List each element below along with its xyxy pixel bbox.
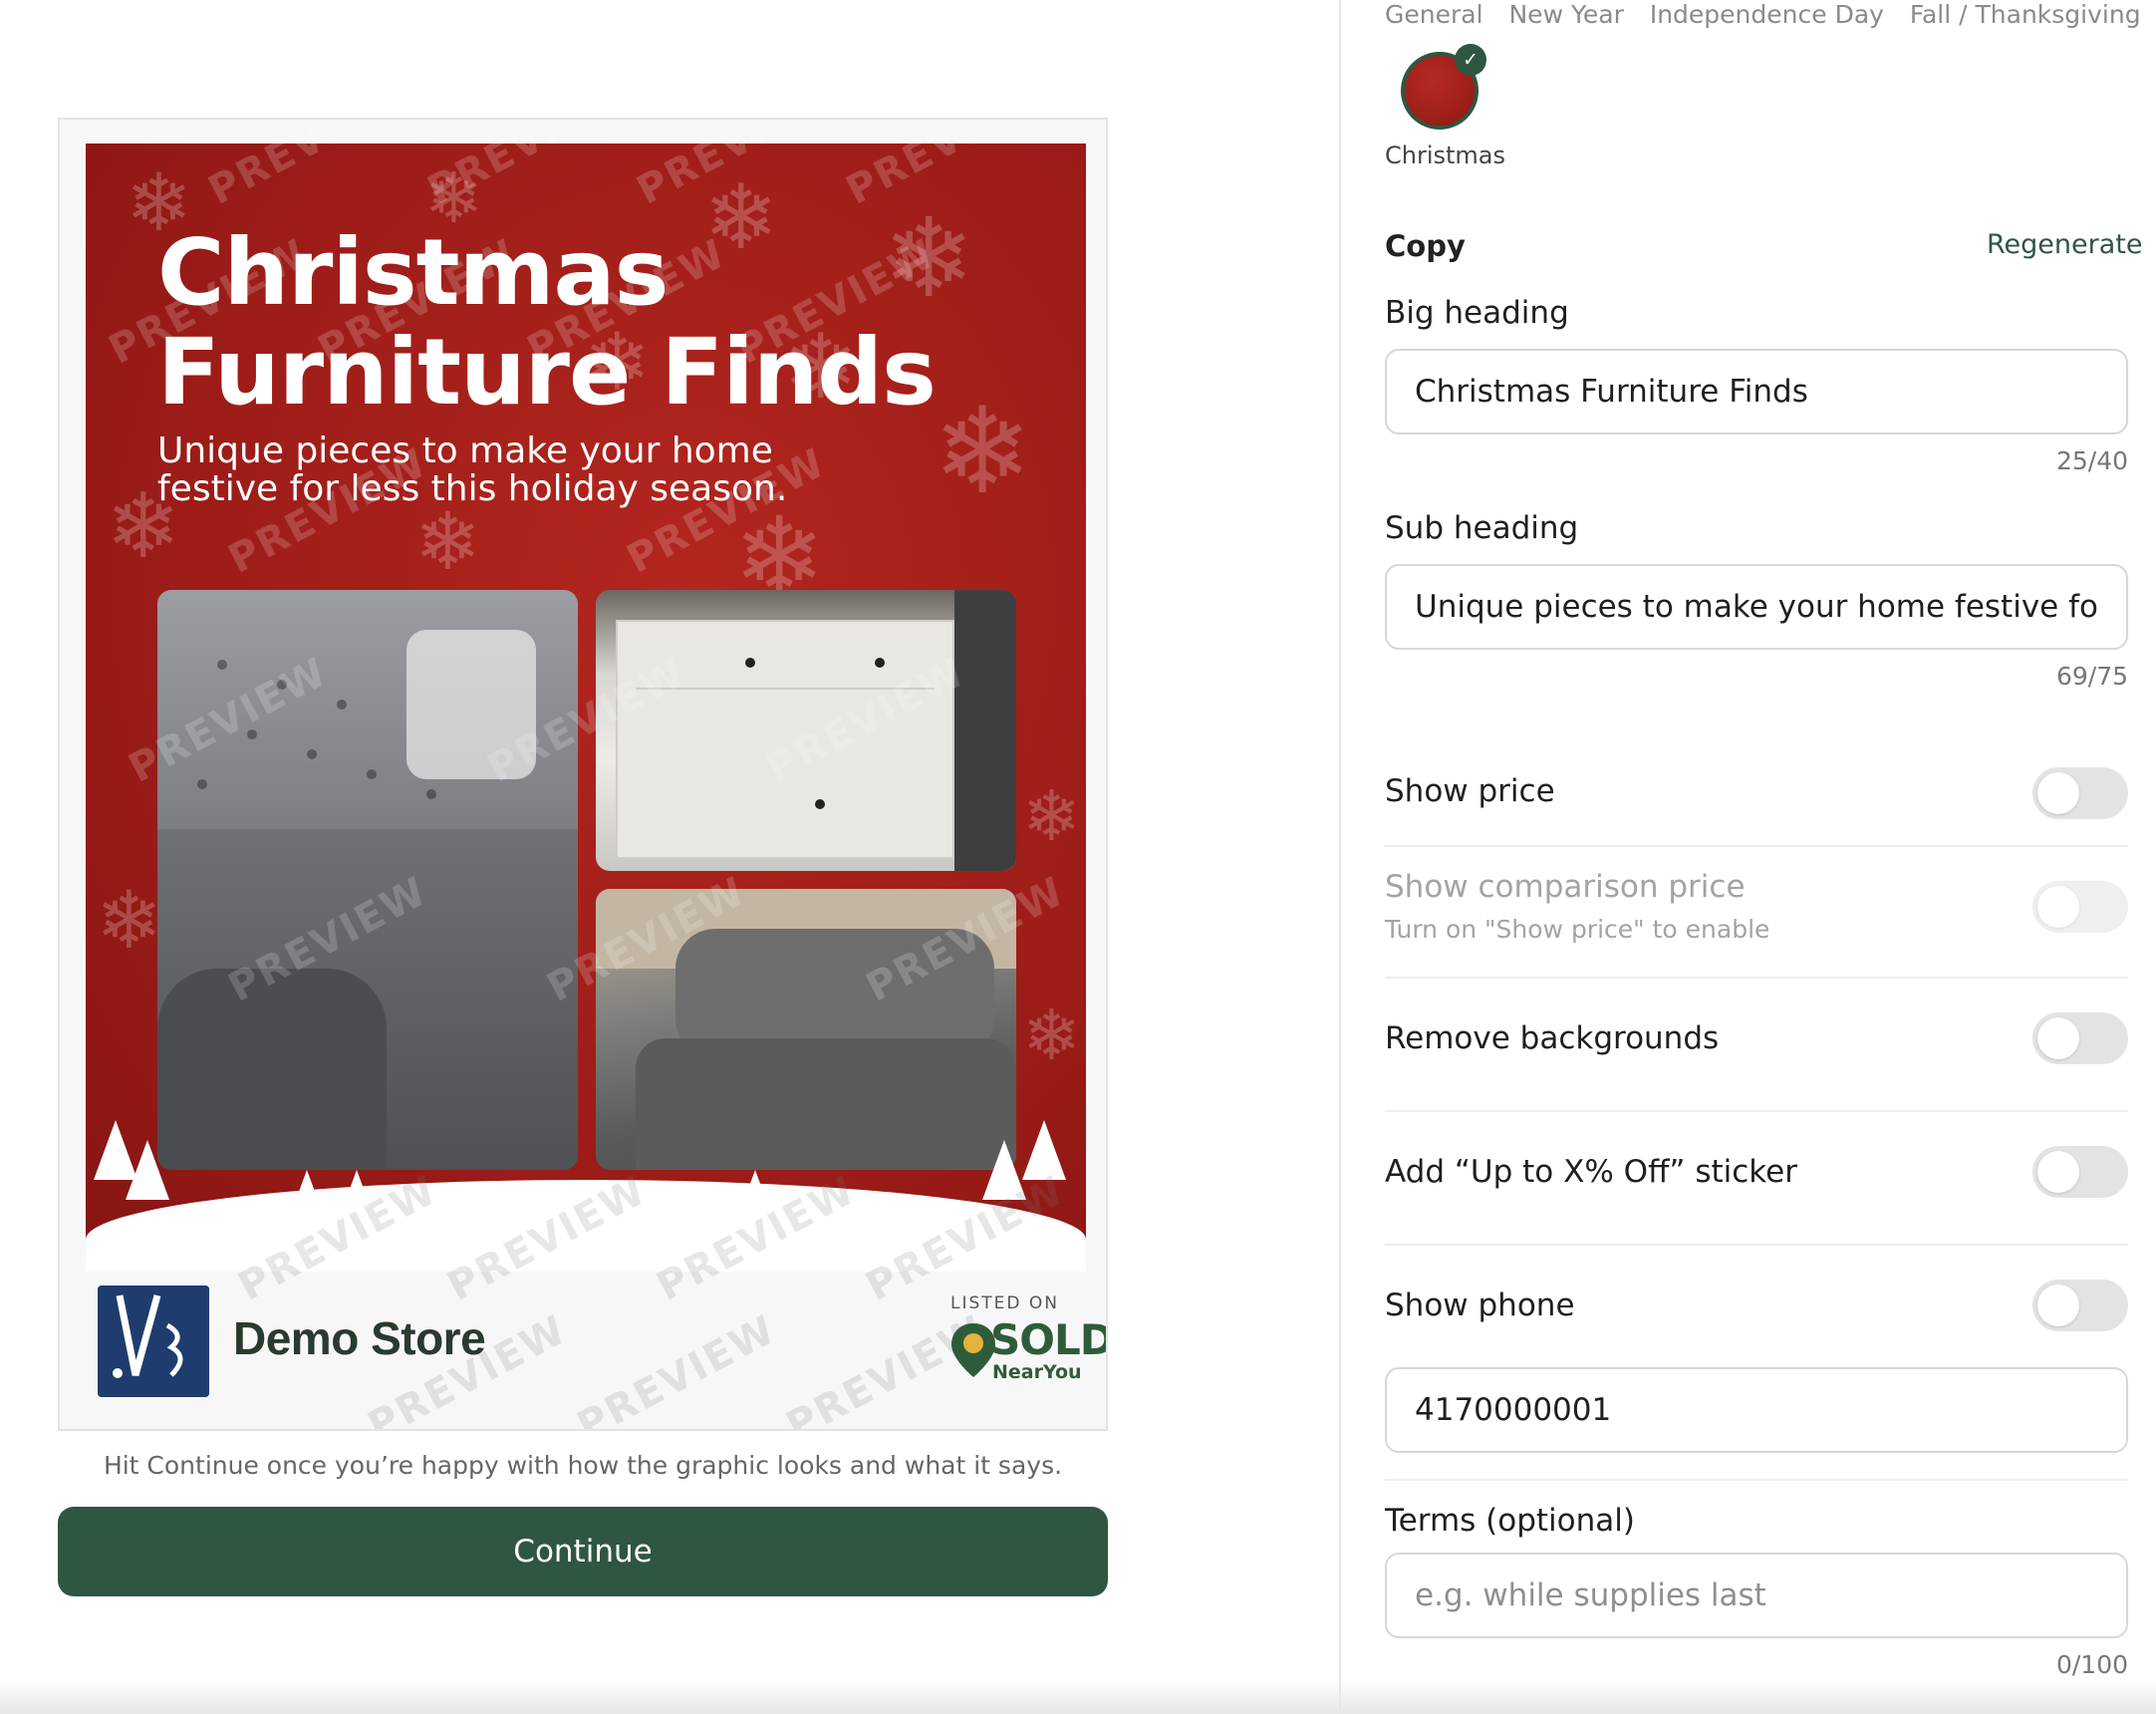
phone-input[interactable] [1385, 1367, 2128, 1453]
big-heading-counter: 25/40 [2055, 446, 2128, 475]
show-price-toggle[interactable] [2032, 767, 2128, 819]
row-divider [1385, 1110, 2128, 1112]
store-logo [98, 1286, 209, 1397]
snowflake-icon: ❄ [414, 495, 482, 588]
row-divider [1385, 845, 2128, 847]
sub-heading-input[interactable] [1385, 564, 2128, 650]
panel-divider [1339, 0, 1341, 1714]
show-phone-toggle[interactable] [2032, 1280, 2128, 1331]
theme-tab-general[interactable]: General [1385, 0, 1483, 29]
continue-hint: Hit Continue once you’re happy with how … [103, 1451, 1063, 1480]
theme-tabs: General New Year Independence Day Fall /… [1385, 0, 2156, 29]
brand-logo-subword: NearYou [992, 1361, 1082, 1383]
toggle-knob [2037, 1151, 2079, 1193]
snowflake-icon: ❄ [96, 874, 163, 967]
toggle-knob [2037, 1285, 2079, 1326]
show-comparison-price-hint: Turn on "Show price" to enable [1385, 915, 1770, 944]
show-phone-label: Show phone [1385, 1287, 1575, 1323]
listed-on-label: LISTED ON [950, 1293, 1059, 1313]
toggle-knob [2037, 772, 2079, 814]
theme-tab-new-year[interactable]: New Year [1508, 0, 1623, 29]
sticker-label: Add “Up to X% Off” sticker [1385, 1154, 1797, 1190]
show-comparison-price-toggle [2032, 881, 2128, 933]
graphic-preview: ❄ ❄ ❄ ❄ ❄ ❄ ❄ ❄ ❄ ❄ ❄ ❄ ❄ Christmas Furn… [58, 118, 1108, 1431]
scroll-fade [0, 1680, 2156, 1714]
snowflake-icon: ❄ [1022, 995, 1081, 1076]
copy-section-title: Copy [1385, 229, 1466, 263]
preview-watermark: PREVIEW [570, 1306, 784, 1431]
continue-button[interactable]: Continue [58, 1507, 1108, 1596]
show-price-label: Show price [1385, 773, 1555, 809]
remove-backgrounds-toggle[interactable] [2032, 1012, 2128, 1064]
theme-tab-independence-day[interactable]: Independence Day [1650, 0, 1884, 29]
terms-label: Terms (optional) [1385, 1503, 1635, 1539]
tree-icon [126, 1140, 169, 1200]
snowflake-icon: ❄ [1022, 775, 1081, 857]
show-comparison-price-label: Show comparison price [1385, 869, 1746, 905]
remove-backgrounds-label: Remove backgrounds [1385, 1020, 1720, 1056]
terms-counter: 0/100 [2055, 1650, 2128, 1679]
sticker-toggle[interactable] [2032, 1146, 2128, 1198]
checkmark-icon: ✓ [1455, 44, 1486, 76]
big-heading-label: Big heading [1385, 295, 1569, 331]
row-divider [1385, 1244, 2128, 1246]
sub-heading-counter: 69/75 [2055, 662, 2128, 691]
theme-tab-fall-thanksgiving[interactable]: Fall / Thanksgiving [1910, 0, 2141, 29]
store-name: Demo Store [233, 1312, 486, 1364]
sub-heading-label: Sub heading [1385, 510, 1579, 546]
big-heading-input[interactable] [1385, 349, 2128, 434]
regenerate-button[interactable]: Regenerate [1987, 229, 2142, 260]
toggle-knob [2037, 886, 2079, 928]
toggle-knob [2037, 1017, 2079, 1059]
terms-input[interactable] [1385, 1553, 2128, 1638]
brand-logo-word: SOLD [990, 1315, 1108, 1364]
row-divider [1385, 977, 2128, 979]
product-photo-tufted-sofa [157, 590, 578, 1170]
row-divider [1385, 1479, 2128, 1481]
theme-swatch-label: Christmas [1385, 142, 1506, 169]
